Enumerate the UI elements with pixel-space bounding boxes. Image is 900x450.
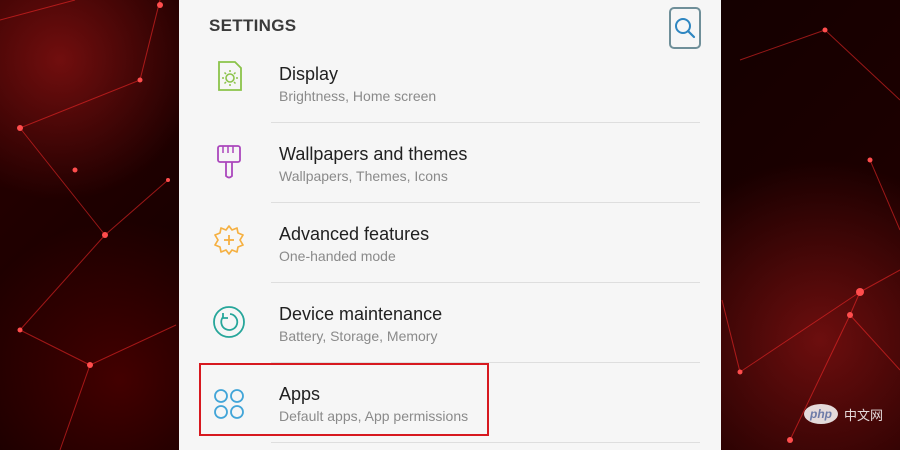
php-badge-text: 中文网 (844, 407, 884, 423)
divider (271, 282, 700, 283)
search-button[interactable] (669, 7, 701, 49)
page-title: SETTINGS (209, 16, 297, 35)
settings-item-device-maintenance[interactable]: Device maintenance Battery, Storage, Mem… (179, 290, 721, 370)
divider (271, 122, 700, 123)
refresh-circle-icon (209, 302, 249, 342)
settings-item-wallpapers[interactable]: Wallpapers and themes Wallpapers, Themes… (179, 130, 721, 210)
gear-plus-icon (209, 220, 249, 260)
php-badge: php 中文网 (804, 404, 883, 424)
item-subtitle: Wallpapers, Themes, Icons (279, 168, 448, 184)
php-logo: php (804, 404, 838, 424)
settings-item-advanced-features[interactable]: Advanced features One-handed mode (179, 210, 721, 290)
item-subtitle: One-handed mode (279, 248, 396, 264)
item-label: Device maintenance (279, 304, 443, 324)
item-label: Wallpapers and themes (279, 144, 468, 164)
apps-highlight-box (199, 363, 489, 436)
paintbrush-icon (209, 142, 249, 182)
divider (271, 202, 700, 203)
item-subtitle: Brightness, Home screen (279, 88, 437, 104)
search-icon (675, 18, 696, 39)
item-label: Display (279, 64, 339, 84)
item-label: Advanced features (279, 224, 430, 244)
divider (271, 442, 700, 443)
display-icon (209, 56, 249, 96)
item-subtitle: Battery, Storage, Memory (279, 328, 438, 344)
header-bar: SETTINGS (179, 0, 721, 55)
settings-item-display[interactable]: Display Brightness, Home screen (179, 50, 721, 130)
